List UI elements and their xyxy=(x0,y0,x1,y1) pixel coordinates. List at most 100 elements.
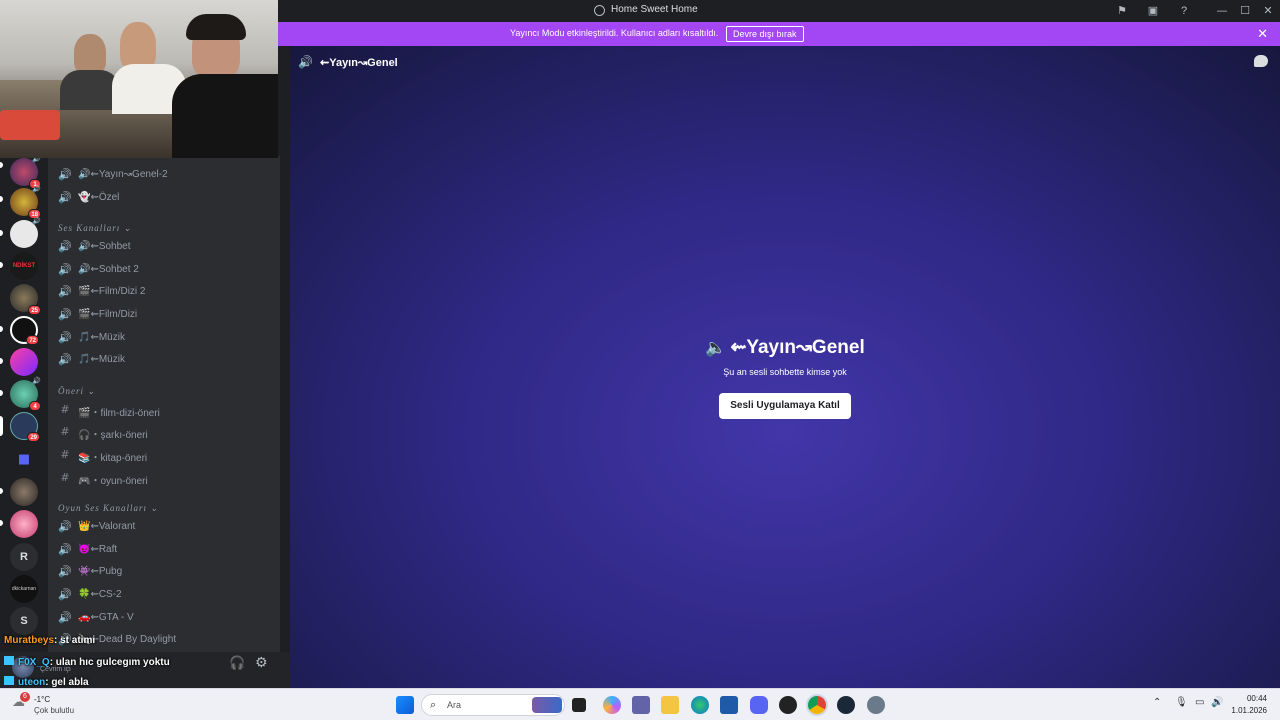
server-icon[interactable]: 🔊 18 xyxy=(10,185,41,219)
voice-channel-stage: 🔊 ⇜Yayın↝Genel 🔈 ⇜Yayın↝Genel Şu an sesli… xyxy=(290,46,1280,688)
server-icon[interactable]: 72 xyxy=(10,316,39,345)
unread-indicator xyxy=(0,390,3,396)
clock-time[interactable]: 00:44 xyxy=(1233,694,1267,703)
voice-channel[interactable]: 🔊 😈⇜Raft xyxy=(58,540,272,560)
channel-header: 🔊 ⇜Yayın↝Genel xyxy=(290,46,1280,78)
settings-gear-icon[interactable]: ⚙ xyxy=(255,655,268,671)
speaker-icon: 🔊 xyxy=(58,308,72,321)
obs-icon[interactable] xyxy=(779,696,797,714)
server-icon[interactable]: S xyxy=(10,607,38,635)
maximize-button[interactable]: ☐ xyxy=(1235,3,1255,19)
chevron-up-icon[interactable]: ⌃ xyxy=(1153,697,1161,708)
unread-indicator xyxy=(0,262,3,268)
unread-indicator xyxy=(0,162,3,168)
inbox-icon[interactable]: ▣ xyxy=(1145,3,1161,19)
text-channel[interactable]: # 🎬・film-dizi-öneri xyxy=(58,400,272,420)
text-channel[interactable]: # 🎮・oyun-öneri xyxy=(58,468,272,488)
channel-list: 🔊 🔊⇜Yayın↝Genel-2 🔊 👻⇜Özel Ses Kanalları ⌄… xyxy=(48,156,280,688)
category-suggestions[interactable]: Öneri ⌄ xyxy=(58,386,96,397)
steam-icon[interactable] xyxy=(837,696,855,714)
server-icon[interactable]: 🔊 xyxy=(10,217,41,248)
chat-icon[interactable] xyxy=(1254,55,1268,67)
taskbar-search[interactable]: ⌕ Ara xyxy=(421,694,565,716)
speaker-icon: 🔊 xyxy=(32,377,41,385)
voice-channel[interactable]: 🔊 👾⇜Pubg xyxy=(58,562,272,582)
flag-icon[interactable]: ⚑ xyxy=(1114,3,1130,19)
speaker-icon: 🔊 xyxy=(58,263,72,276)
clock-date[interactable]: 1.01.2026 xyxy=(1222,706,1267,715)
voice-channel[interactable]: 🔊 🔊⇜Sohbet xyxy=(58,237,272,257)
overlay-chat-line: Muratbeys: st atimi xyxy=(4,635,95,646)
speaker-icon: 🔈 xyxy=(705,338,727,358)
voice-channel[interactable]: 🔊 🎵⇜Müzik xyxy=(58,350,272,370)
minimize-button[interactable]: — xyxy=(1212,3,1232,19)
task-view-icon[interactable] xyxy=(572,698,586,712)
server-icon[interactable]: R xyxy=(10,543,38,571)
voice-channel[interactable]: 🔊 🎵⇜Müzik xyxy=(58,328,272,348)
close-banner-icon[interactable]: ✕ xyxy=(1257,26,1268,42)
platform-icon xyxy=(4,656,14,665)
disable-streamer-mode-button[interactable]: Devre dışı bırak xyxy=(726,26,804,42)
settings-app-icon[interactable] xyxy=(867,696,885,714)
voice-channel[interactable]: 🔊 👻⇜Özel xyxy=(58,188,272,208)
speaker-icon: 🔊 xyxy=(58,588,72,601)
speaker-icon: 🔊 xyxy=(58,168,72,181)
stage-status: Şu an sesli sohbette kimse yok xyxy=(723,367,847,377)
help-icon[interactable]: ? xyxy=(1176,3,1192,19)
windows-taskbar: ☁ 6 -1°C Çok bulutlu ⌕ Ara ⌃ 🎙 ▭ 🔊 00:44… xyxy=(0,688,1280,720)
voice-channel[interactable]: 🔊 👑⇜Valorant xyxy=(58,517,272,537)
chrome-icon[interactable] xyxy=(808,696,826,714)
voice-channel[interactable]: 🔊 🔊⇜Sohbet 2 xyxy=(58,260,272,280)
empty-voice-panel: 🔈 ⇜Yayın↝Genel Şu an sesli sohbette kimse… xyxy=(290,336,1280,419)
webcam-person xyxy=(74,34,106,74)
speaker-icon: 🔊 xyxy=(58,331,72,344)
edge-icon[interactable] xyxy=(691,696,709,714)
chat-username: uteon xyxy=(18,677,46,688)
speaker-icon: 🔊 xyxy=(58,611,72,624)
server-icon[interactable] xyxy=(10,348,38,376)
teams-icon[interactable] xyxy=(632,696,650,714)
speaker-icon: 🔊 xyxy=(58,543,72,556)
discord-logo-icon xyxy=(594,5,605,16)
close-window-button[interactable]: ✕ xyxy=(1258,3,1278,19)
server-icon[interactable]: 🔊 4 xyxy=(10,377,41,411)
server-icon[interactable]: 25 xyxy=(10,284,41,315)
server-icon[interactable]: NDİKST xyxy=(10,252,38,280)
weather-temp: -1°C xyxy=(34,695,51,704)
unread-indicator xyxy=(0,326,3,332)
speaker-icon: 🔊 xyxy=(58,285,72,298)
webcam-overlay xyxy=(0,0,278,158)
microphone-icon[interactable]: 🎙 xyxy=(1175,697,1188,708)
store-icon[interactable] xyxy=(720,696,738,714)
voice-channel[interactable]: 🔊 🚗⇜GTA - V xyxy=(58,608,272,628)
server-icon[interactable] xyxy=(10,510,38,538)
chat-message: : ulan hıc gulcegım yoktu xyxy=(49,657,170,668)
voice-channel[interactable]: 🔊 🎬⇜Film/Dizi 2 xyxy=(58,282,272,302)
discord-taskbar-icon[interactable] xyxy=(750,696,768,714)
text-channel[interactable]: # 📚・kitap-öneri xyxy=(58,445,272,465)
server-rail: 🔊 1 🔊 18 🔊 NDİKST 25 72 🔊 4 29 ■ R dkickarn… xyxy=(0,155,48,688)
join-voice-button[interactable]: Sesli Uygulamaya Katıl xyxy=(719,393,851,419)
headphones-icon[interactable]: 🎧 xyxy=(229,656,245,671)
streamer-mode-banner: Yayıncı Modu etkinleştirildi. Kullanıcı … xyxy=(278,22,1280,46)
start-button[interactable] xyxy=(396,696,414,714)
server-icon[interactable]: 29 xyxy=(10,412,40,442)
voice-channel[interactable]: 🔊 🎬⇜Film/Dizi xyxy=(58,305,272,325)
display-icon[interactable]: ▭ xyxy=(1195,697,1204,708)
voice-channel[interactable]: 🔊 🔊⇜Yayın↝Genel-2 xyxy=(58,165,272,185)
text-channel[interactable]: # 🎧・şarkı-öneri xyxy=(58,422,272,442)
server-icon[interactable] xyxy=(10,478,38,506)
voice-channel[interactable]: 🔊 🍀⇜CS-2 xyxy=(58,585,272,605)
file-explorer-icon[interactable] xyxy=(661,696,679,714)
server-icon[interactable]: dkickarnan xyxy=(10,575,38,603)
speaker-icon: 🔊 xyxy=(32,185,41,193)
server-icon[interactable]: 🔊 1 xyxy=(10,155,41,189)
category-voice[interactable]: Ses Kanalları ⌄ xyxy=(58,223,132,234)
category-game-voice[interactable]: Oyun Ses Kanalları ⌄ xyxy=(58,503,159,514)
banner-message: Yayıncı Modu etkinleştirildi. Kullanıcı … xyxy=(510,28,719,38)
speaker-icon: 🔊 xyxy=(58,191,72,204)
chat-message: : gel abla xyxy=(45,677,89,688)
search-placeholder: Ara xyxy=(447,700,462,710)
copilot-icon[interactable] xyxy=(603,696,621,714)
folder-icon[interactable]: ■ xyxy=(10,446,38,474)
